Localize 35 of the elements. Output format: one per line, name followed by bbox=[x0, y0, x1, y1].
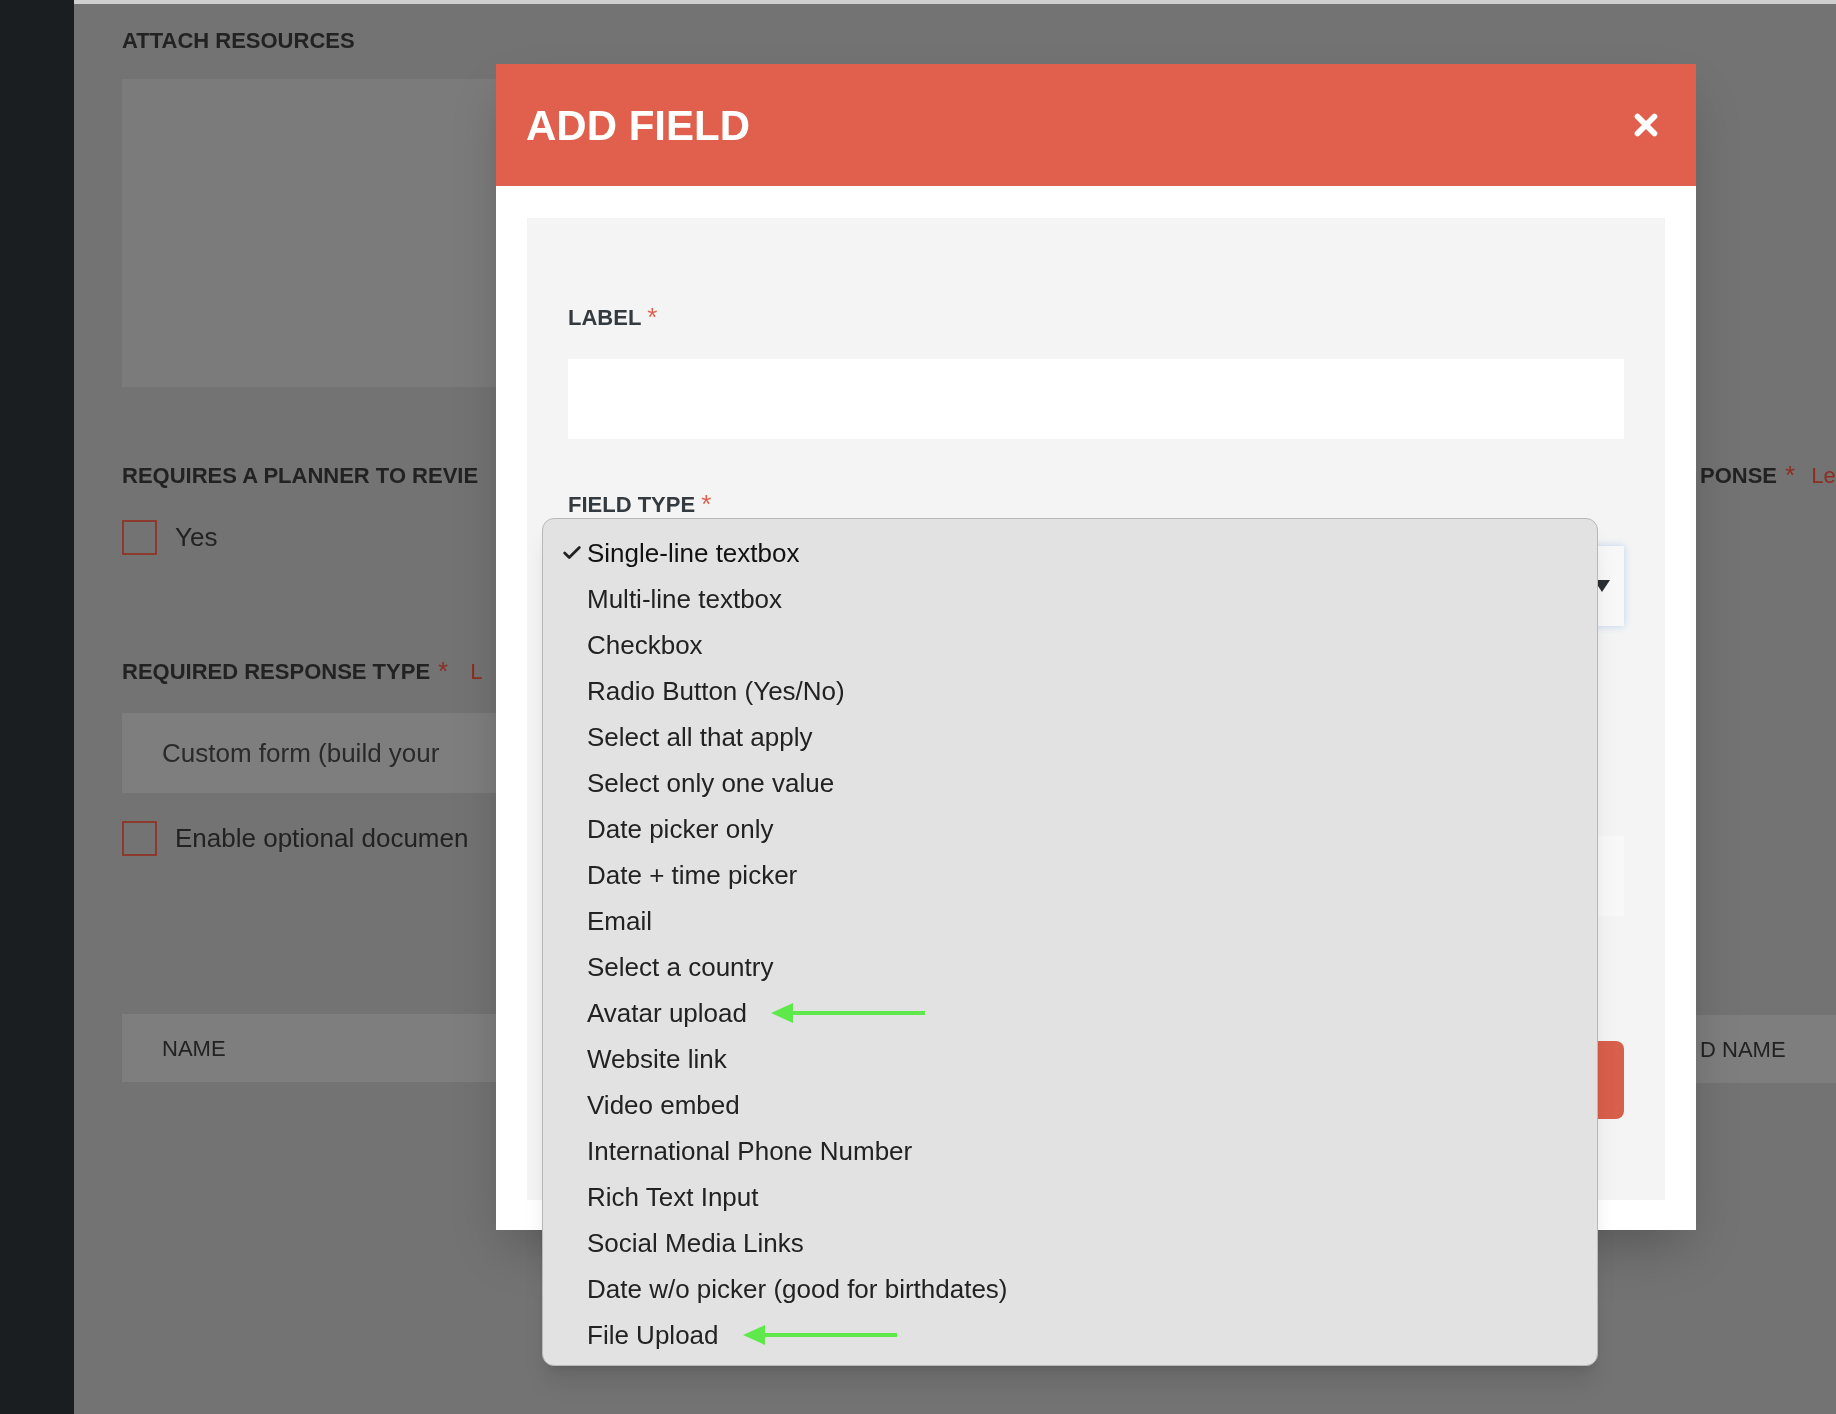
field-label: LABEL bbox=[568, 304, 642, 332]
dropdown-option[interactable]: Video embed bbox=[587, 1085, 740, 1125]
dropdown-option[interactable]: Select a country bbox=[587, 947, 774, 987]
checkbox-label: Yes bbox=[175, 521, 218, 554]
required-mark: * bbox=[1785, 459, 1796, 492]
dropdown-option[interactable]: Date w/o picker (good for birthdates) bbox=[587, 1269, 1008, 1309]
section-title: REQUIRED RESPONSE TYPE bbox=[122, 658, 431, 686]
dropdown-option[interactable]: Email bbox=[587, 901, 652, 941]
checkbox-label: Enable optional documen bbox=[175, 822, 469, 855]
dropdown-option[interactable]: Checkbox bbox=[587, 625, 703, 665]
dropdown-option[interactable]: Avatar upload bbox=[587, 993, 747, 1033]
field-label: FIELD TYPE bbox=[568, 491, 696, 519]
section-title: ATTACH RESOURCES bbox=[122, 27, 356, 55]
section-title: PONSE bbox=[1700, 462, 1778, 490]
required-mark: * bbox=[701, 488, 712, 521]
dropdown-option[interactable]: Single-line textbox bbox=[587, 533, 800, 573]
dropdown-option[interactable]: File Upload bbox=[587, 1315, 719, 1355]
dropdown-option[interactable]: Website link bbox=[587, 1039, 727, 1079]
dialog-title: ADD FIELD bbox=[526, 100, 750, 151]
checkbox[interactable] bbox=[122, 821, 157, 856]
dropdown-option[interactable]: Social Media Links bbox=[587, 1223, 804, 1263]
dropdown-option[interactable]: International Phone Number bbox=[587, 1131, 913, 1171]
required-mark: * bbox=[438, 655, 449, 688]
required-mark: * bbox=[647, 301, 658, 334]
section-title: REQUIRES A PLANNER TO REVIE bbox=[122, 462, 480, 490]
dropdown-option[interactable]: Date picker only bbox=[587, 809, 774, 849]
dropdown-option[interactable]: Select only one value bbox=[587, 763, 835, 803]
dropdown-option[interactable]: Multi-line textbox bbox=[587, 579, 783, 619]
dropdown-option[interactable]: Select all that apply bbox=[587, 717, 813, 757]
checkbox[interactable] bbox=[122, 520, 157, 555]
column-header: NAME bbox=[162, 1034, 226, 1063]
dropdown-option[interactable]: Date + time picker bbox=[587, 855, 798, 895]
column-header: D NAME bbox=[1700, 1035, 1786, 1064]
dropdown-option[interactable]: Radio Button (Yes/No) bbox=[587, 671, 845, 711]
dropdown-option[interactable]: Rich Text Input bbox=[587, 1177, 759, 1217]
